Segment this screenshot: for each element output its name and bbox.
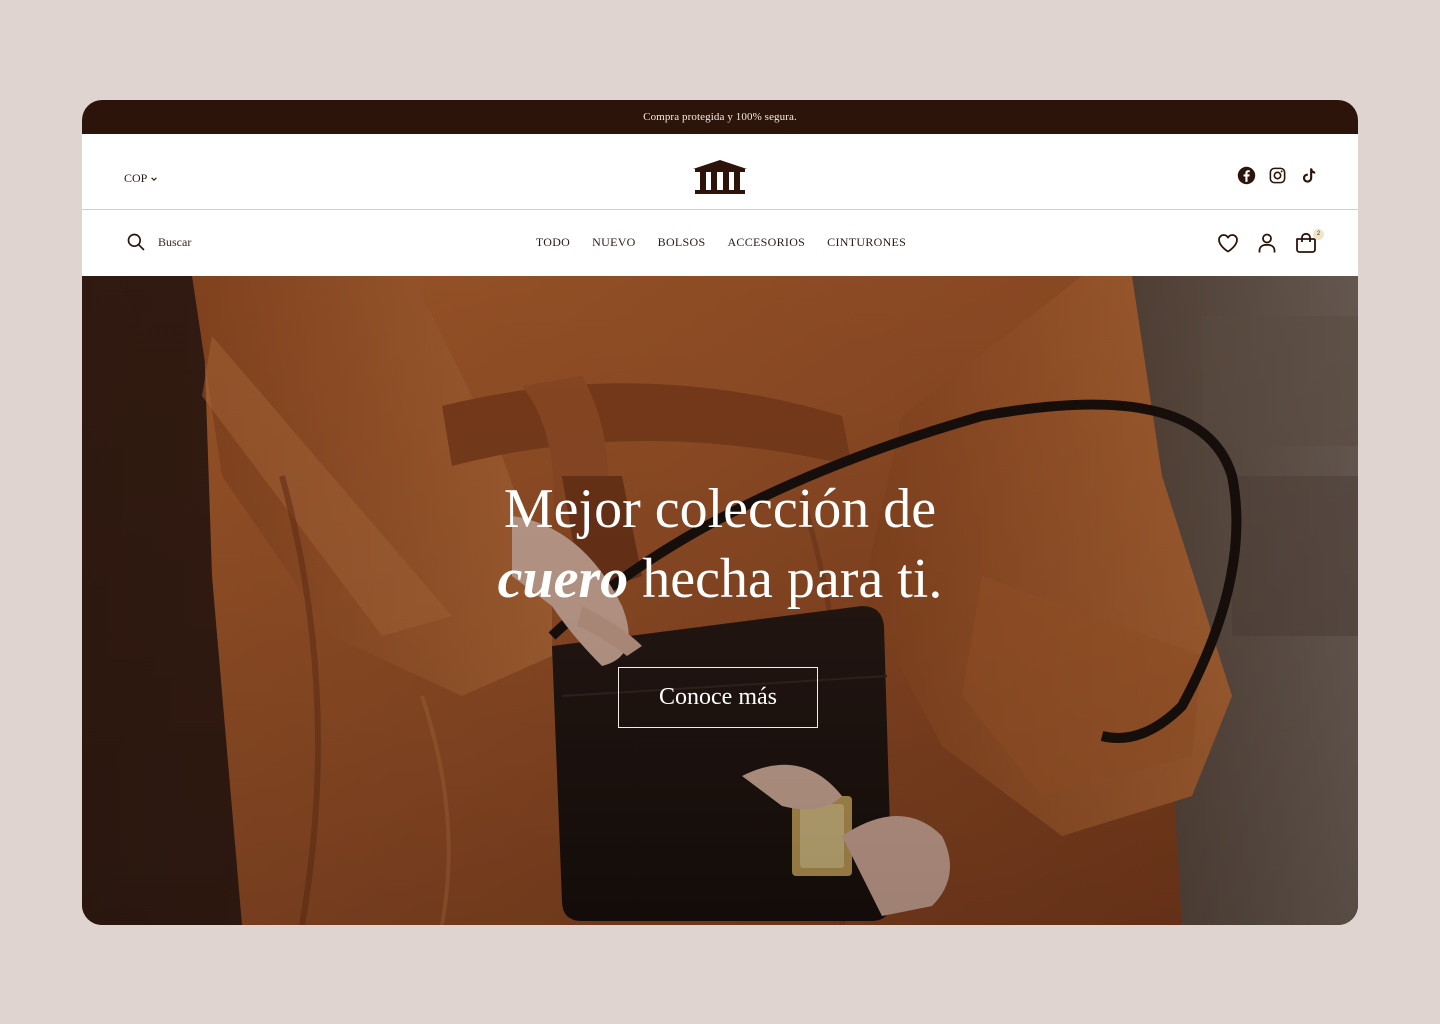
user-icon[interactable]	[1255, 231, 1279, 255]
hero-title-line2: hecha para ti.	[628, 548, 943, 610]
tiktok-icon[interactable]	[1299, 166, 1318, 185]
announcement-bar: Compra protegida y 100% segura.	[82, 100, 1358, 134]
main-menu: TODO NUEVO BOLSOS ACCESORIOS CINTURONES	[82, 235, 1358, 250]
menu-item-cinturones[interactable]: CINTURONES	[827, 235, 906, 250]
currency-selector[interactable]: COP	[124, 171, 158, 186]
social-links	[1237, 166, 1318, 185]
shopping-bag-icon[interactable]: 2	[1294, 229, 1324, 255]
currency-label: COP	[124, 171, 148, 185]
learn-more-button[interactable]: Conoce más	[618, 667, 818, 728]
menu-item-bolsos[interactable]: BOLSOS	[658, 235, 706, 250]
hero-title-line1: Mejor colección de	[503, 478, 937, 540]
header-actions: 2	[1216, 229, 1324, 255]
announcement-text: Compra protegida y 100% segura.	[643, 111, 797, 123]
facebook-icon[interactable]	[1237, 166, 1256, 185]
hero-title-emphasis: cuero	[497, 548, 629, 610]
menu-item-todo[interactable]: TODO	[536, 235, 570, 250]
menu-item-accesorios[interactable]: ACCESORIOS	[727, 235, 805, 250]
heart-icon[interactable]	[1216, 231, 1240, 255]
menu-item-nuevo[interactable]: NUEVO	[592, 235, 636, 250]
cart-count-badge: 2	[1313, 229, 1324, 240]
chevron-down-icon	[151, 176, 158, 181]
temple-columns-icon[interactable]	[691, 158, 749, 196]
browser-frame: Compra protegida y 100% segura. COP Busc…	[82, 100, 1358, 925]
top-header: COP	[82, 134, 1358, 210]
hero-banner: Mejor colección de cuero hecha para ti. …	[82, 276, 1358, 925]
hero-title: Mejor colección de cuero hecha para ti.	[82, 474, 1358, 614]
nav-bar: Buscar TODO NUEVO BOLSOS ACCESORIOS CINT…	[82, 210, 1358, 276]
instagram-icon[interactable]	[1268, 166, 1287, 185]
